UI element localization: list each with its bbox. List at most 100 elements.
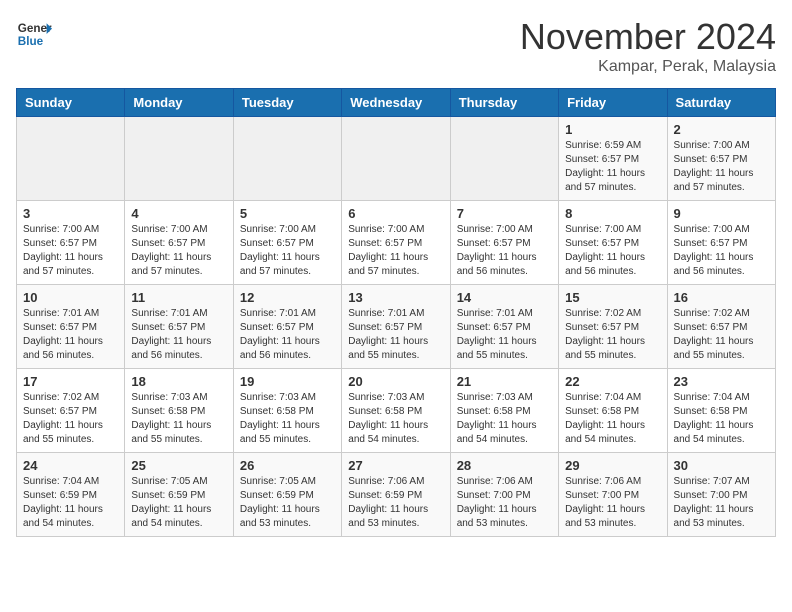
day-number: 25 [131,458,226,473]
calendar-cell: 26 Sunrise: 7:05 AM Sunset: 6:59 PM Dayli… [233,453,341,537]
day-info: Sunrise: 7:05 AM Sunset: 6:59 PM Dayligh… [131,475,226,531]
day-info: Sunrise: 7:00 AM Sunset: 6:57 PM Dayligh… [674,223,769,279]
calendar-cell: 5Sunrise: 7:00 AM Sunset: 6:57 PM Daylig… [233,201,341,285]
day-info: Sunrise: 7:01 AM Sunset: 6:57 PM Dayligh… [457,307,552,363]
day-info: Sunrise: 7:02 AM Sunset: 6:57 PM Dayligh… [23,391,118,447]
day-info: Sunrise: 7:01 AM Sunset: 6:57 PM Dayligh… [240,307,335,363]
day-number: 30 [674,458,769,473]
month-title: November 2024 [520,16,776,58]
day-info: Sunrise: 7:00 AM Sunset: 6:57 PM Dayligh… [23,223,118,279]
calendar-cell: 12Sunrise: 7:01 AM Sunset: 6:57 PM Dayli… [233,285,341,369]
day-info: Sunrise: 7:00 AM Sunset: 6:57 PM Dayligh… [457,223,552,279]
day-number: 18 [131,374,226,389]
calendar-cell: 17 Sunrise: 7:02 AM Sunset: 6:57 PM Dayli… [17,369,125,453]
calendar-cell: 18 Sunrise: 7:03 AM Sunset: 6:58 PM Dayli… [125,369,233,453]
day-number: 15 [565,290,660,305]
calendar-cell: 13 Sunrise: 7:01 AM Sunset: 6:57 PM Dayli… [342,285,450,369]
calendar-cell: 11Sunrise: 7:01 AM Sunset: 6:57 PM Dayli… [125,285,233,369]
day-info: Sunrise: 7:06 AM Sunset: 7:00 PM Dayligh… [457,475,552,531]
day-info: Sunrise: 7:01 AM Sunset: 6:57 PM Dayligh… [23,307,118,363]
day-number: 5 [240,206,335,221]
calendar-cell [125,117,233,201]
day-number: 17 [23,374,118,389]
day-info: Sunrise: 7:03 AM Sunset: 6:58 PM Dayligh… [457,391,552,447]
day-info: Sunrise: 7:06 AM Sunset: 6:59 PM Dayligh… [348,475,443,531]
calendar-cell: 6 Sunrise: 7:00 AM Sunset: 6:57 PM Daylig… [342,201,450,285]
day-info: Sunrise: 7:05 AM Sunset: 6:59 PM Dayligh… [240,475,335,531]
day-number: 20 [348,374,443,389]
calendar-cell: 25 Sunrise: 7:05 AM Sunset: 6:59 PM Dayli… [125,453,233,537]
day-number: 26 [240,458,335,473]
calendar-cell [342,117,450,201]
day-number: 3 [23,206,118,221]
calendar-cell [233,117,341,201]
calendar-cell: 20 Sunrise: 7:03 AM Sunset: 6:58 PM Dayli… [342,369,450,453]
calendar-cell: 21 Sunrise: 7:03 AM Sunset: 6:58 PM Dayli… [450,369,558,453]
calendar-cell: 28Sunrise: 7:06 AM Sunset: 7:00 PM Dayli… [450,453,558,537]
calendar-cell: 3 Sunrise: 7:00 AM Sunset: 6:57 PM Daylig… [17,201,125,285]
calendar-cell: 7 Sunrise: 7:00 AM Sunset: 6:57 PM Daylig… [450,201,558,285]
day-info: Sunrise: 7:03 AM Sunset: 6:58 PM Dayligh… [131,391,226,447]
weekday-header: Friday [559,89,667,117]
weekday-header: Tuesday [233,89,341,117]
calendar-cell: 29Sunrise: 7:06 AM Sunset: 7:00 PM Dayli… [559,453,667,537]
weekday-header: Saturday [667,89,775,117]
day-info: Sunrise: 7:04 AM Sunset: 6:58 PM Dayligh… [565,391,660,447]
day-number: 1 [565,122,660,137]
day-number: 16 [674,290,769,305]
calendar-cell: 19Sunrise: 7:03 AM Sunset: 6:58 PM Dayli… [233,369,341,453]
calendar-week-row: 3 Sunrise: 7:00 AM Sunset: 6:57 PM Daylig… [17,201,776,285]
day-info: Sunrise: 7:02 AM Sunset: 6:57 PM Dayligh… [674,307,769,363]
calendar-cell: 8 Sunrise: 7:00 AM Sunset: 6:57 PM Daylig… [559,201,667,285]
logo-icon: General Blue [16,16,52,52]
day-number: 27 [348,458,443,473]
calendar-cell: 10 Sunrise: 7:01 AM Sunset: 6:57 PM Dayli… [17,285,125,369]
calendar-cell: 15 Sunrise: 7:02 AM Sunset: 6:57 PM Dayli… [559,285,667,369]
day-number: 19 [240,374,335,389]
day-number: 11 [131,290,226,305]
calendar-table: SundayMondayTuesdayWednesdayThursdayFrid… [16,88,776,537]
day-number: 14 [457,290,552,305]
day-info: Sunrise: 7:06 AM Sunset: 7:00 PM Dayligh… [565,475,660,531]
day-info: Sunrise: 7:02 AM Sunset: 6:57 PM Dayligh… [565,307,660,363]
calendar-cell: 14 Sunrise: 7:01 AM Sunset: 6:57 PM Dayli… [450,285,558,369]
day-number: 10 [23,290,118,305]
day-info: Sunrise: 7:07 AM Sunset: 7:00 PM Dayligh… [674,475,769,531]
location: Kampar, Perak, Malaysia [520,58,776,76]
day-number: 22 [565,374,660,389]
day-info: Sunrise: 6:59 AM Sunset: 6:57 PM Dayligh… [565,139,660,195]
weekday-header-row: SundayMondayTuesdayWednesdayThursdayFrid… [17,89,776,117]
weekday-header: Wednesday [342,89,450,117]
day-number: 24 [23,458,118,473]
day-number: 21 [457,374,552,389]
day-info: Sunrise: 7:00 AM Sunset: 6:57 PM Dayligh… [674,139,769,195]
calendar-cell: 4Sunrise: 7:00 AM Sunset: 6:57 PM Daylig… [125,201,233,285]
calendar-cell [17,117,125,201]
calendar-cell: 2Sunrise: 7:00 AM Sunset: 6:57 PM Daylig… [667,117,775,201]
day-info: Sunrise: 7:00 AM Sunset: 6:57 PM Dayligh… [348,223,443,279]
day-number: 23 [674,374,769,389]
calendar-cell: 24Sunrise: 7:04 AM Sunset: 6:59 PM Dayli… [17,453,125,537]
day-number: 7 [457,206,552,221]
day-number: 6 [348,206,443,221]
day-number: 13 [348,290,443,305]
day-info: Sunrise: 7:01 AM Sunset: 6:57 PM Dayligh… [348,307,443,363]
day-number: 9 [674,206,769,221]
calendar-cell: 1 Sunrise: 6:59 AM Sunset: 6:57 PM Daylig… [559,117,667,201]
weekday-header: Monday [125,89,233,117]
calendar-cell: 30 Sunrise: 7:07 AM Sunset: 7:00 PM Dayli… [667,453,775,537]
calendar-cell: 9 Sunrise: 7:00 AM Sunset: 6:57 PM Daylig… [667,201,775,285]
day-info: Sunrise: 7:04 AM Sunset: 6:58 PM Dayligh… [674,391,769,447]
page-header: General Blue November 2024 Kampar, Perak… [16,16,776,76]
calendar-cell: 22 Sunrise: 7:04 AM Sunset: 6:58 PM Dayli… [559,369,667,453]
calendar-cell: 27 Sunrise: 7:06 AM Sunset: 6:59 PM Dayli… [342,453,450,537]
day-info: Sunrise: 7:00 AM Sunset: 6:57 PM Dayligh… [565,223,660,279]
svg-text:Blue: Blue [18,35,44,48]
day-info: Sunrise: 7:00 AM Sunset: 6:57 PM Dayligh… [131,223,226,279]
calendar-week-row: 17 Sunrise: 7:02 AM Sunset: 6:57 PM Dayli… [17,369,776,453]
title-block: November 2024 Kampar, Perak, Malaysia [520,16,776,76]
day-number: 8 [565,206,660,221]
day-info: Sunrise: 7:03 AM Sunset: 6:58 PM Dayligh… [348,391,443,447]
weekday-header: Sunday [17,89,125,117]
weekday-header: Thursday [450,89,558,117]
